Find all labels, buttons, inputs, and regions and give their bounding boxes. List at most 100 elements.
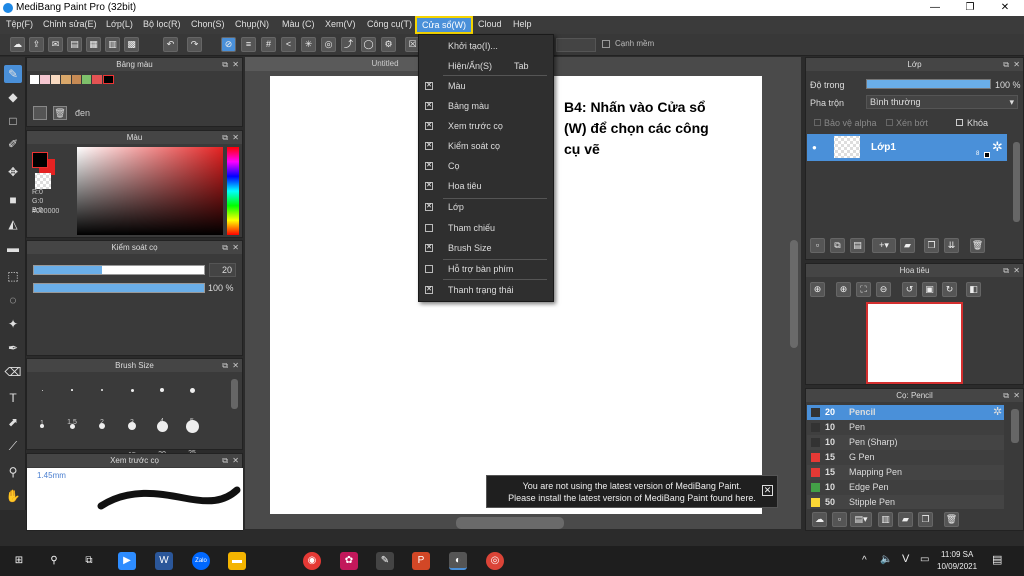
brush-size-cell[interactable]: 2 xyxy=(87,374,117,426)
navigator-preview[interactable] xyxy=(866,302,963,384)
move-tool-icon[interactable]: ✥ xyxy=(4,163,22,181)
add-layer-menu-icon[interactable]: +▾ xyxy=(872,238,896,253)
eraser-tool-icon[interactable]: ◆ xyxy=(4,88,22,106)
brush-item[interactable]: 50 Stipple Pen xyxy=(807,495,1004,509)
duplicate-layer-icon[interactable]: ⧉ xyxy=(830,238,845,253)
task-view-icon[interactable]: ⧉ xyxy=(80,552,98,570)
reset-view-icon[interactable]: ▣ xyxy=(922,282,937,297)
brush-list-icon[interactable]: ▥ xyxy=(878,512,893,527)
window-menu-item[interactable]: ✕ Lớp xyxy=(419,198,553,216)
brush-item[interactable]: 15 Mapping Pen xyxy=(807,465,1004,480)
undock-icon[interactable]: ⧉ xyxy=(1003,58,1009,71)
menu-tools[interactable]: Công cụ(T) xyxy=(367,19,412,29)
brush-item[interactable]: 20 Pencil ✲ xyxy=(807,405,1004,420)
ellipse-snap-icon[interactable]: ◯ xyxy=(361,37,376,52)
comment-icon[interactable]: ✉ xyxy=(48,37,63,52)
window-menu-item[interactable]: ✕ Kiểm soát cọ xyxy=(419,137,553,155)
brush-item[interactable]: 10 Pen xyxy=(807,420,1004,435)
canvas-vscroll[interactable] xyxy=(790,240,798,348)
maximize-button[interactable]: ❐ xyxy=(953,0,987,16)
menu-cloud[interactable]: Cloud xyxy=(478,19,502,29)
undock-icon[interactable]: ⧉ xyxy=(1003,389,1009,402)
brush-size-cell[interactable]: 5 xyxy=(177,374,207,425)
brush-item[interactable]: 15 G Pen xyxy=(807,450,1004,465)
zoom-icon[interactable]: ⊕ xyxy=(810,282,825,297)
menu-help[interactable]: Help xyxy=(513,19,532,29)
window-menu-item[interactable]: ✕ Cọ xyxy=(419,157,553,175)
delete-color-icon[interactable]: 🗑 xyxy=(53,106,67,120)
canvas-hscroll[interactable] xyxy=(456,517,564,529)
new-halftone-icon[interactable]: ▤ xyxy=(850,238,865,253)
panel-close-icon[interactable]: ✕ xyxy=(1013,389,1020,402)
dot-tool-icon[interactable]: □ xyxy=(4,112,22,130)
app-icon-pink[interactable]: ✿ xyxy=(340,552,358,570)
menu-view[interactable]: Xem(V) xyxy=(325,19,356,29)
size-value[interactable]: 20 xyxy=(209,263,236,277)
divide-tool-icon[interactable]: ⟋ xyxy=(4,437,22,455)
layer-row[interactable]: ● Lớp1 8 ✲ xyxy=(807,134,1007,161)
operation-tool-icon[interactable]: ⬈ xyxy=(4,413,22,431)
zoom-dropdown[interactable] xyxy=(556,38,596,52)
brush-size-cell[interactable]: 10 xyxy=(57,410,87,461)
zoom-in-icon[interactable]: ⊕ xyxy=(836,282,851,297)
brush-scrollbar[interactable] xyxy=(1011,409,1019,443)
size-slider[interactable] xyxy=(33,265,205,275)
rotate-left-icon[interactable]: ↺ xyxy=(902,282,917,297)
grid-icon[interactable]: ▩ xyxy=(124,37,139,52)
close-button[interactable]: ✕ xyxy=(988,0,1022,16)
lasso-tool-icon[interactable]: ◌ xyxy=(4,291,22,309)
panel-close-icon[interactable]: ✕ xyxy=(232,58,239,71)
undock-icon[interactable]: ⧉ xyxy=(222,241,228,254)
swatch[interactable] xyxy=(50,75,61,84)
speaker-icon[interactable]: 🔈 xyxy=(880,554,892,565)
menu-color[interactable]: Màu (C) xyxy=(282,19,315,29)
folder-icon[interactable]: ▰ xyxy=(900,238,915,253)
new-layer-icon[interactable]: ▫ xyxy=(810,238,825,253)
panel-close-icon[interactable]: ✕ xyxy=(1013,58,1020,71)
search-icon[interactable]: ⚲ xyxy=(45,552,63,570)
cross-snap-icon[interactable]: # xyxy=(261,37,276,52)
pages-icon[interactable]: ▥ xyxy=(105,37,120,52)
antialias-checkbox[interactable] xyxy=(602,40,610,48)
delete-layer-icon[interactable]: 🗑 xyxy=(970,238,985,253)
panel-close-icon[interactable]: ✕ xyxy=(232,454,239,467)
swatch[interactable] xyxy=(92,75,102,84)
clipping-checkbox[interactable] xyxy=(886,119,893,126)
tray-chevron-icon[interactable]: ^ xyxy=(862,555,867,566)
select-pen-icon[interactable]: ✒ xyxy=(4,339,22,357)
radial-snap-icon[interactable]: ✳ xyxy=(301,37,316,52)
brush-size-cell[interactable]: 7 xyxy=(27,410,57,461)
color-square[interactable] xyxy=(77,147,223,235)
swatch[interactable] xyxy=(61,75,71,84)
menu-select[interactable]: Chọn(S) xyxy=(191,19,225,29)
hand-tool-icon[interactable]: ✋ xyxy=(4,487,22,505)
undo-icon[interactable]: ↶ xyxy=(163,37,178,52)
swatch[interactable] xyxy=(102,75,114,84)
brush-item[interactable]: 10 Edge Pen xyxy=(807,480,1004,495)
swatch[interactable] xyxy=(40,75,50,84)
swatch[interactable] xyxy=(30,75,40,84)
chrome-icon[interactable]: ◎ xyxy=(486,552,504,570)
text-tool-icon[interactable]: T xyxy=(4,389,22,407)
panel-close-icon[interactable]: ✕ xyxy=(232,131,239,144)
window-menu-item[interactable]: ✕ Brush Size xyxy=(419,239,553,257)
brush-size-cell[interactable]: 20 xyxy=(147,410,177,458)
app-icon-red[interactable]: ◉ xyxy=(303,552,321,570)
undock-icon[interactable]: ⧉ xyxy=(222,58,228,71)
layer-opacity-slider[interactable] xyxy=(866,79,991,89)
protect-alpha-checkbox[interactable] xyxy=(814,119,821,126)
undock-icon[interactable]: ⧉ xyxy=(1003,264,1009,277)
panel-close-icon[interactable]: ✕ xyxy=(232,241,239,254)
window-menu-item[interactable]: Hiện/Ẩn(S) Tab xyxy=(419,57,553,75)
file-explorer-icon[interactable]: ▬ xyxy=(228,552,246,570)
window-menu-item[interactable]: Khởi tạo(I)... xyxy=(419,37,553,55)
select-eraser-icon[interactable]: ⌫ xyxy=(4,363,22,381)
primary-color[interactable] xyxy=(32,152,48,168)
new-brush-icon[interactable]: ▫ xyxy=(832,512,847,527)
curve-snap-icon[interactable]: ⤴ xyxy=(341,37,356,52)
magic-wand-icon[interactable]: ✦ xyxy=(4,315,22,333)
shape-tool-icon[interactable]: ■ xyxy=(4,191,22,209)
redo-icon[interactable]: ↷ xyxy=(187,37,202,52)
undock-icon[interactable]: ⧉ xyxy=(222,131,228,144)
add-color-icon[interactable] xyxy=(33,106,47,120)
